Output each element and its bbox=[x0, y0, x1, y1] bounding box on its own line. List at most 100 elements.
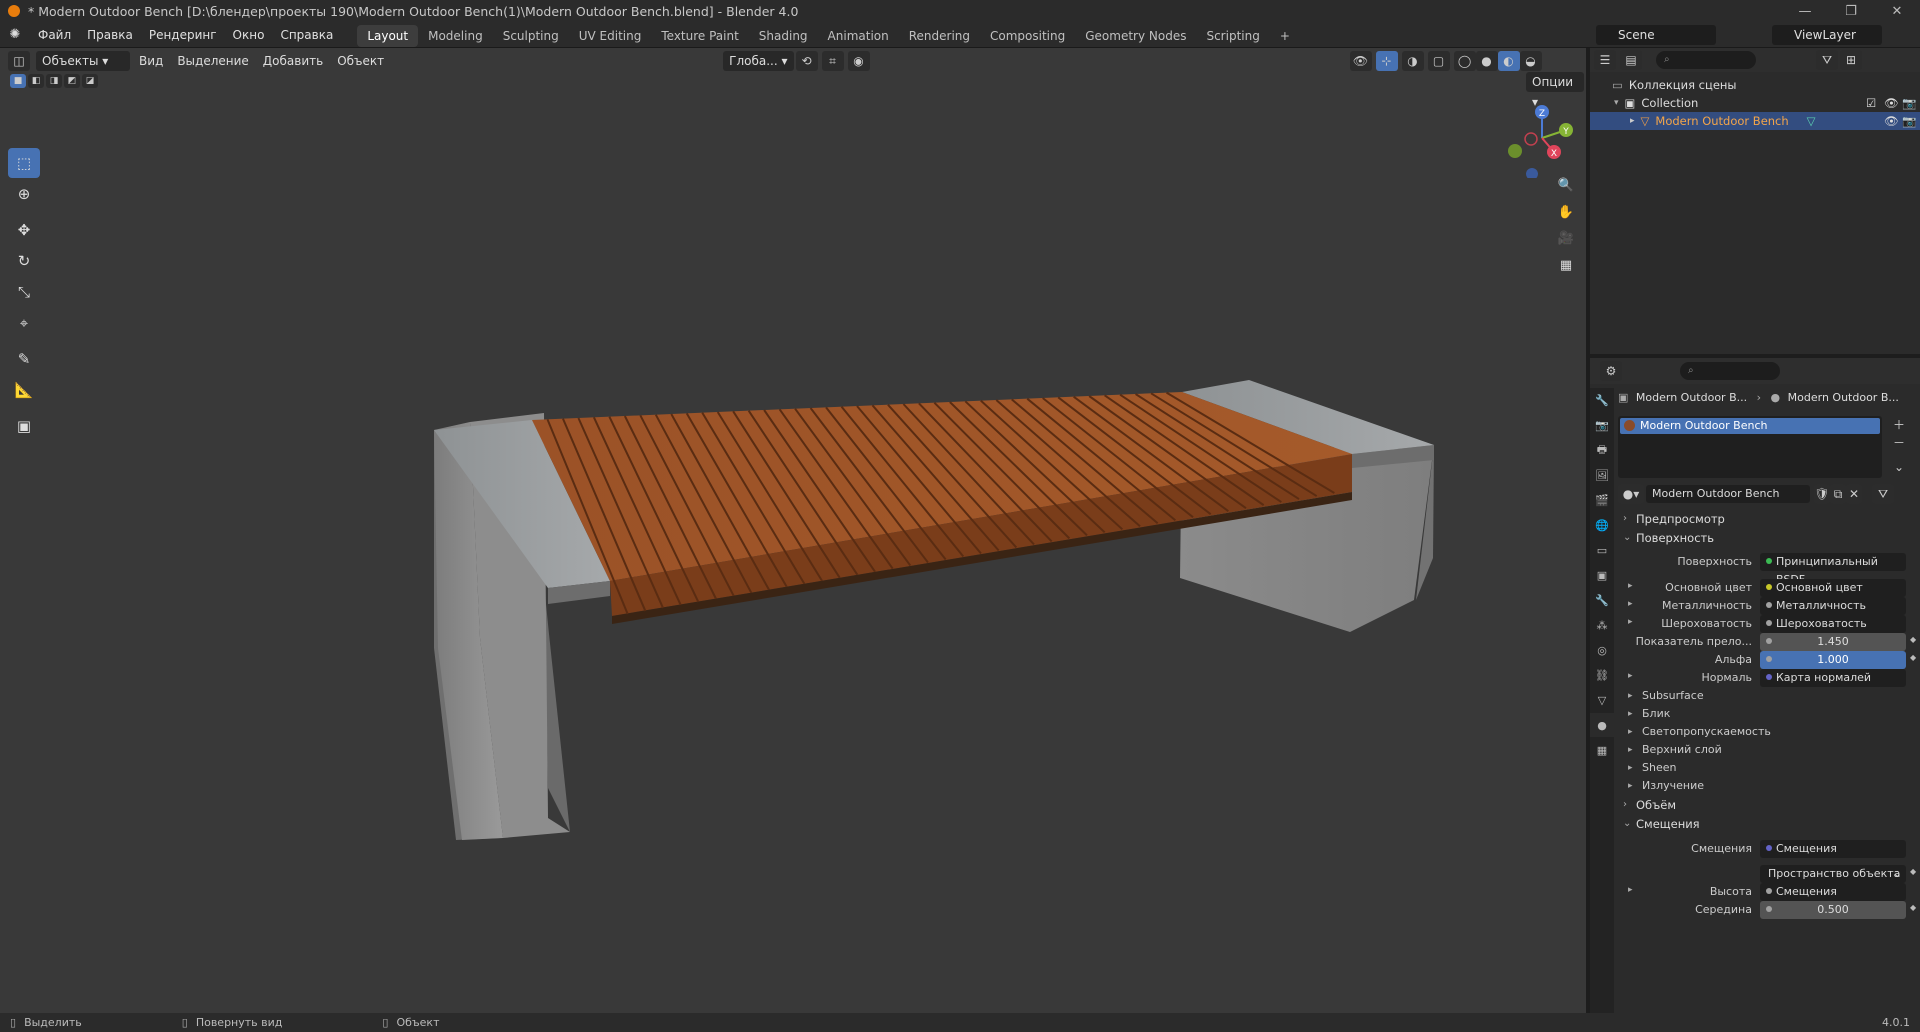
subpanel-header[interactable]: ▸ Излучение bbox=[1618, 776, 1918, 796]
surface-value-field[interactable]: Принципиальный BSDF bbox=[1760, 553, 1906, 586]
material-browse-icon[interactable]: ●▾ bbox=[1618, 484, 1644, 504]
subpanel-header[interactable]: ▸ Блик bbox=[1618, 704, 1918, 724]
outliner-object-row[interactable]: ▸ ▽ Modern Outdoor Bench ▽ 👁 📷 bbox=[1590, 112, 1920, 130]
camera-view-icon[interactable]: 🎥 bbox=[1554, 226, 1578, 250]
minimize-button[interactable]: — bbox=[1782, 0, 1828, 22]
texture-tab-icon[interactable]: ▦ bbox=[1590, 738, 1614, 762]
proportional-edit-icon[interactable]: ◉ bbox=[847, 51, 870, 71]
ortho-grid-icon[interactable]: ▦ bbox=[1554, 253, 1578, 277]
socket-dot-icon[interactable] bbox=[1766, 906, 1772, 912]
transform-tool-icon[interactable]: ⌖ bbox=[8, 308, 40, 338]
expand-arrow-icon[interactable]: ▸ bbox=[1628, 581, 1633, 591]
close-button[interactable]: ✕ bbox=[1874, 0, 1920, 22]
menu-render[interactable]: Рендеринг bbox=[141, 22, 225, 48]
gizmo-neg-z[interactable] bbox=[1526, 168, 1538, 178]
expand-chevron-icon[interactable]: ▸ bbox=[1630, 116, 1635, 126]
menu-help[interactable]: Справка bbox=[272, 22, 341, 48]
object-tab-icon[interactable]: ▣ bbox=[1590, 563, 1614, 587]
zoom-icon[interactable]: 🔍 bbox=[1554, 173, 1578, 197]
slot-menu-icon[interactable]: ⌄ bbox=[1890, 458, 1908, 476]
render-camera-icon[interactable]: 📷 bbox=[1902, 96, 1916, 110]
keyframe-icon[interactable]: ◆ bbox=[1910, 635, 1916, 644]
menu-view[interactable]: Вид bbox=[132, 51, 170, 71]
tool-tab-icon[interactable]: 🔧 bbox=[1590, 388, 1614, 412]
socket-dot-icon[interactable] bbox=[1766, 584, 1772, 590]
tab-scripting[interactable]: Scripting bbox=[1196, 25, 1269, 47]
collection-tab-icon[interactable]: ▭ bbox=[1590, 538, 1614, 562]
display-mode-icon[interactable]: ▤ bbox=[1620, 50, 1642, 70]
xray-icon[interactable]: ▢ bbox=[1427, 51, 1450, 71]
filter-icon[interactable]: ⛛ bbox=[1816, 50, 1838, 70]
editor-type-icon[interactable]: ◫ bbox=[8, 51, 30, 71]
expand-arrow-icon[interactable]: ▸ bbox=[1628, 671, 1633, 681]
3d-viewport[interactable]: ⬚ ⊕ ✥ ↻ ⤡ ⌖ ✎ 📐 ▣ Z Y X 🔍 ✋ 🎥 ▦ bbox=[0, 48, 1586, 1013]
select-intersect-icon[interactable]: ◪ bbox=[82, 74, 98, 88]
viewlayer-selector[interactable]: ViewLayer bbox=[1772, 25, 1882, 45]
socket-dot-icon[interactable] bbox=[1766, 656, 1772, 662]
navigation-gizmo[interactable]: Z Y X bbox=[1500, 98, 1580, 178]
displacement-value-field[interactable]: Смещения bbox=[1760, 883, 1906, 901]
gizmo-toggle-icon[interactable]: ⊹ bbox=[1375, 51, 1398, 71]
tab-modeling[interactable]: Modeling bbox=[418, 25, 493, 47]
properties-search-input[interactable]: ⌕ bbox=[1680, 362, 1780, 380]
view-layer-tab-icon[interactable]: 🖼 bbox=[1590, 463, 1614, 487]
material-filter-icon[interactable]: ⛛ bbox=[1872, 484, 1894, 504]
surface-value-field[interactable]: 1.000 bbox=[1760, 651, 1906, 669]
outliner-search-input[interactable]: ⌕ bbox=[1656, 51, 1756, 69]
menu-select[interactable]: Выделение bbox=[170, 51, 255, 71]
material-slot-item[interactable]: Modern Outdoor Bench bbox=[1620, 418, 1880, 434]
material-slot-list[interactable]: Modern Outdoor Bench bbox=[1618, 416, 1882, 478]
new-collection-icon[interactable]: ⊞ bbox=[1840, 50, 1862, 70]
orientation-dropdown[interactable]: Глоба... ▾ bbox=[723, 51, 794, 71]
displacement-value-field[interactable]: 0.500 bbox=[1760, 901, 1906, 919]
gizmo-neg-x[interactable] bbox=[1524, 132, 1538, 146]
tab-layout[interactable]: Layout bbox=[357, 24, 419, 47]
unlink-material-icon[interactable]: ✕ bbox=[1846, 484, 1862, 504]
rotate-tool-icon[interactable]: ↻ bbox=[8, 246, 40, 276]
material-shading-icon[interactable]: ◐ bbox=[1497, 51, 1520, 71]
surface-value-field[interactable]: Шероховатость bbox=[1760, 615, 1906, 633]
collection-row[interactable]: ▾ ▣ Collection ☑ 👁 📷 bbox=[1590, 94, 1920, 112]
select-new-icon[interactable]: ■ bbox=[10, 74, 26, 88]
tab-uv-editing[interactable]: UV Editing bbox=[569, 25, 652, 47]
pivot-icon[interactable]: ⟲ bbox=[795, 51, 818, 71]
menu-window[interactable]: Окно bbox=[225, 22, 273, 48]
physics-tab-icon[interactable]: ◎ bbox=[1590, 638, 1614, 662]
keyframe-icon[interactable]: ◆ bbox=[1910, 653, 1916, 662]
expand-arrow-icon[interactable]: ▸ bbox=[1628, 885, 1633, 895]
scene-tab-icon[interactable]: 🎬 bbox=[1590, 488, 1614, 512]
rendered-shading-icon[interactable]: ◒ bbox=[1519, 51, 1542, 71]
menu-edit[interactable]: Правка bbox=[79, 22, 141, 48]
tab-animation[interactable]: Animation bbox=[818, 25, 899, 47]
measure-tool-icon[interactable]: 📐 bbox=[8, 375, 40, 405]
add-slot-icon[interactable]: ＋ bbox=[1890, 416, 1908, 434]
material-name-field[interactable]: Modern Outdoor Bench bbox=[1646, 485, 1810, 503]
mesh-data-icon[interactable]: ▽ bbox=[1807, 114, 1816, 128]
socket-dot-icon[interactable] bbox=[1766, 638, 1772, 644]
duplicate-material-icon[interactable]: ⧉ bbox=[1830, 484, 1846, 504]
socket-dot-icon[interactable] bbox=[1766, 620, 1772, 626]
add-workspace-button[interactable]: + bbox=[1270, 25, 1300, 47]
mode-dropdown[interactable]: Объекты ▾ bbox=[36, 51, 130, 71]
expand-arrow-icon[interactable]: ▸ bbox=[1628, 617, 1633, 627]
data-tab-icon[interactable]: ▽ bbox=[1590, 688, 1614, 712]
subpanel-header[interactable]: ▸ Sheen bbox=[1618, 758, 1918, 778]
tab-geometry-nodes[interactable]: Geometry Nodes bbox=[1075, 25, 1196, 47]
displacement-value-field[interactable]: Пространство объекта ⌄ bbox=[1760, 865, 1906, 883]
constraints-tab-icon[interactable]: ⛓ bbox=[1590, 663, 1614, 687]
modifier-tab-icon[interactable]: 🔧 bbox=[1590, 588, 1614, 612]
surface-value-field[interactable]: 1.450 bbox=[1760, 633, 1906, 651]
tab-texture-paint[interactable]: Texture Paint bbox=[651, 25, 748, 47]
particles-tab-icon[interactable]: ⁂ bbox=[1590, 613, 1614, 637]
cursor-tool-icon[interactable]: ⊕ bbox=[8, 179, 40, 209]
annotate-tool-icon[interactable]: ✎ bbox=[8, 344, 40, 374]
subpanel-header[interactable]: ▸ Subsurface bbox=[1618, 686, 1918, 706]
select-box-tool-icon[interactable]: ⬚ bbox=[8, 148, 40, 178]
keyframe-icon[interactable]: ◆ bbox=[1910, 867, 1916, 876]
expand-arrow-icon[interactable]: ▸ bbox=[1628, 599, 1633, 609]
surface-value-field[interactable]: Карта нормалей bbox=[1760, 669, 1906, 687]
select-invert-icon[interactable]: ◩ bbox=[64, 74, 80, 88]
add-cube-tool-icon[interactable]: ▣ bbox=[8, 411, 40, 441]
maximize-button[interactable]: ❐ bbox=[1828, 0, 1874, 22]
subpanel-header[interactable]: ▸ Верхний слой bbox=[1618, 740, 1918, 760]
